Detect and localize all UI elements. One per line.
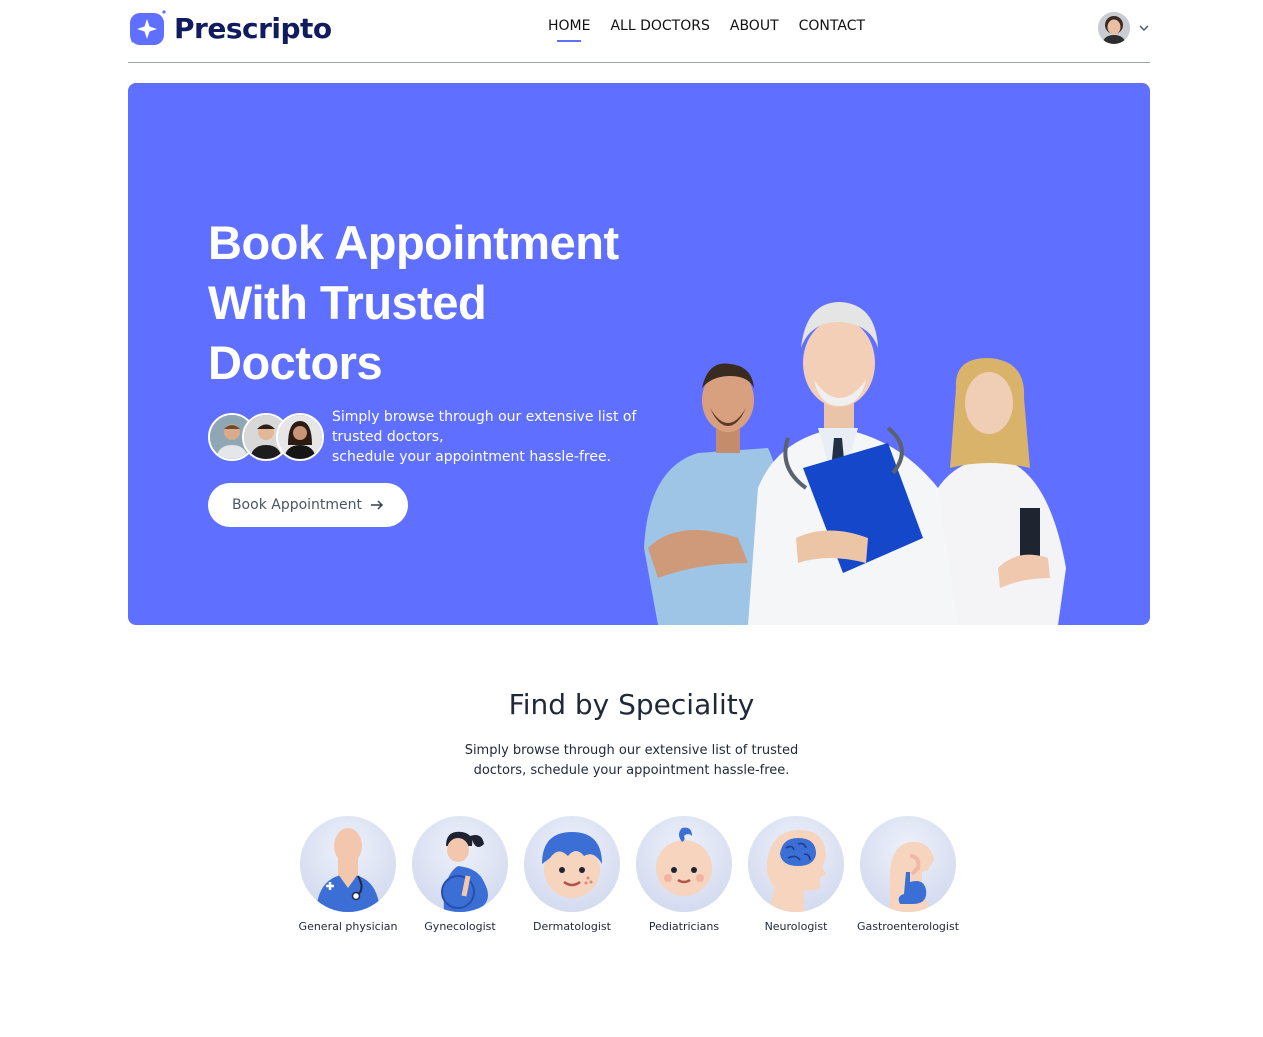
- hero-subtitle: Simply browse through our extensive list…: [332, 407, 637, 467]
- main-nav: HOME ALL DOCTORS ABOUT CONTACT: [548, 18, 865, 42]
- logo[interactable]: Prescripto: [128, 9, 332, 47]
- chevron-down-icon[interactable]: [1138, 22, 1150, 34]
- gynecologist-icon: [412, 816, 508, 912]
- nav-all-doctors[interactable]: ALL DOCTORS: [610, 18, 709, 34]
- hero-title-line: Book Appointment: [208, 216, 619, 269]
- speciality-item-dermatologist[interactable]: Dermatologist: [524, 816, 620, 933]
- avatar: [276, 413, 324, 461]
- speciality-subtitle-line: Simply browse through our extensive list…: [464, 743, 799, 758]
- speciality-label: Pediatricians: [648, 920, 720, 933]
- hero-title-line: With Trusted: [208, 276, 487, 329]
- nav-home[interactable]: HOME: [548, 18, 590, 42]
- speciality-subtitle: Simply browse through our extensive list…: [0, 741, 1263, 781]
- logo-icon: [130, 10, 166, 45]
- speciality-item-general-physician[interactable]: General physician: [298, 816, 398, 933]
- neurologist-icon: [748, 816, 844, 912]
- nav-about[interactable]: ABOUT: [730, 18, 779, 34]
- speciality-label: Dermatologist: [533, 920, 611, 933]
- general-physician-icon: [300, 816, 396, 912]
- gastroenterologist-icon: [860, 816, 956, 912]
- profile-menu[interactable]: [1098, 12, 1150, 44]
- speciality-item-neurologist[interactable]: Neurologist: [748, 816, 844, 933]
- book-appointment-label: Book Appointment: [231, 497, 363, 513]
- hero-subtitle-line: schedule your appointment hassle-free.: [332, 449, 612, 465]
- group-profiles: [208, 413, 324, 461]
- speciality-label: General physician: [298, 920, 398, 933]
- arrow-right-icon: [371, 500, 384, 510]
- brand-name: Prescripto: [174, 11, 332, 45]
- doctors-group-image: [644, 302, 1066, 625]
- hero-title: Book Appointment With Trusted Doctors: [208, 213, 668, 393]
- speciality-item-gastroenterologist[interactable]: Gastroenterologist: [856, 816, 960, 933]
- speciality-label: Neurologist: [764, 920, 828, 933]
- speciality-list: General physician Gynecologist Dermatolo…: [298, 816, 960, 933]
- dermatologist-icon: [524, 816, 620, 912]
- speciality-label: Gynecologist: [424, 920, 496, 933]
- site-header: Prescripto HOME ALL DOCTORS ABOUT CONTAC…: [128, 0, 1150, 63]
- speciality-item-gynecologist[interactable]: Gynecologist: [412, 816, 508, 933]
- nav-contact[interactable]: CONTACT: [799, 18, 865, 34]
- hero-subtitle-line: Simply browse through our extensive list…: [332, 409, 637, 425]
- hero-subtitle-line: trusted doctors,: [332, 429, 444, 445]
- speciality-subtitle-line: doctors, schedule your appointment hassl…: [473, 763, 790, 778]
- speciality-item-pediatricians[interactable]: Pediatricians: [636, 816, 732, 933]
- pediatrician-icon: [636, 816, 732, 912]
- book-appointment-button[interactable]: Book Appointment: [208, 483, 408, 527]
- speciality-label: Gastroenterologist: [856, 920, 960, 933]
- hero-banner: Book Appointment With Trusted Doctors Si…: [128, 83, 1150, 625]
- hero-title-line: Doctors: [208, 336, 383, 389]
- speciality-title: Find by Speciality: [508, 688, 755, 721]
- avatar[interactable]: [1098, 12, 1130, 44]
